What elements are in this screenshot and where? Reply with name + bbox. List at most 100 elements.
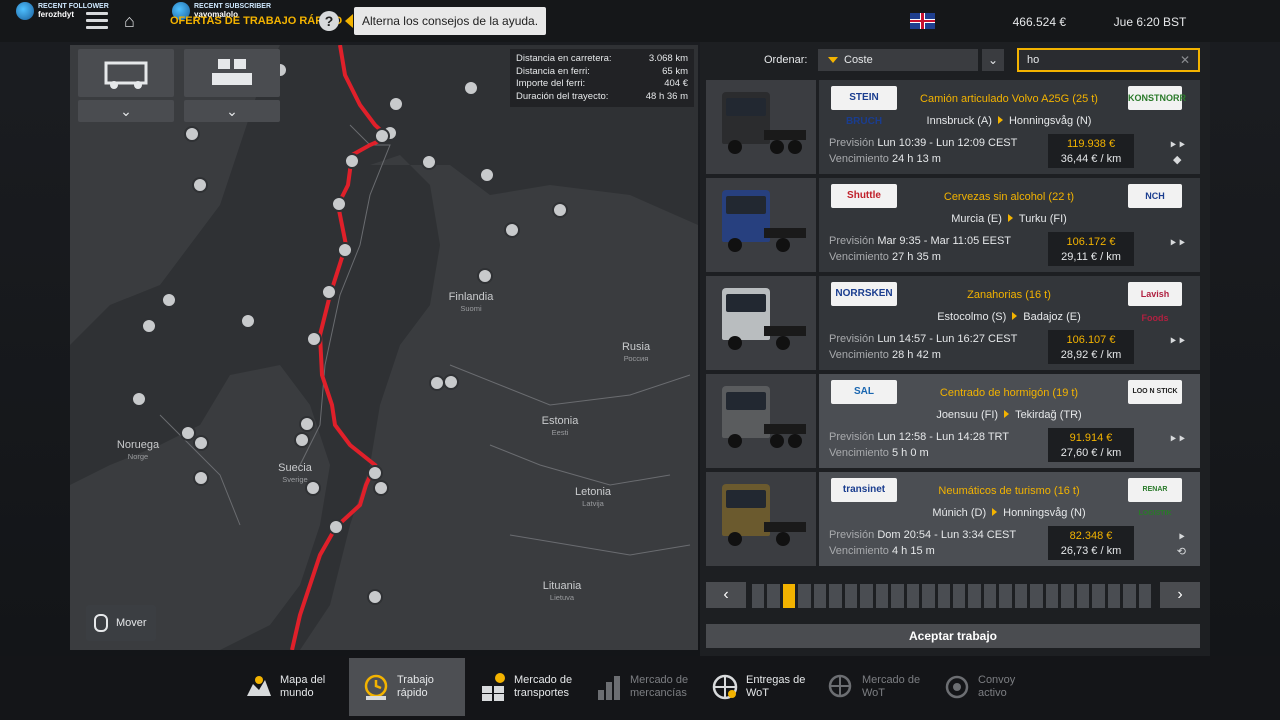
- page-segment[interactable]: [891, 584, 904, 608]
- job-offer-row[interactable]: transinet RENAR LOGISTIK Neumáticos de t…: [706, 472, 1200, 566]
- map-label-latvia: Letonia Latvija: [574, 486, 612, 509]
- route: Estocolmo (S) Badajoz (E): [937, 311, 1081, 323]
- page-segment[interactable]: [860, 584, 873, 608]
- origin-company-logo: Shuttle: [831, 184, 897, 208]
- truck-filter-button[interactable]: [78, 49, 174, 97]
- nav-wot-market[interactable]: Mercado de WoT: [814, 658, 930, 716]
- route: Joensuu (FI) Tekirdağ (TR): [936, 409, 1082, 421]
- stat-ferry-distance: Distancia en ferri: 65 km: [516, 65, 688, 77]
- page-segment[interactable]: [1030, 584, 1043, 608]
- next-page-button[interactable]: ›: [1160, 582, 1200, 608]
- urgency-icon: ⯈⯈: [1168, 238, 1186, 250]
- page-segment[interactable]: [1138, 584, 1151, 608]
- wot-deliveries-icon: [712, 674, 738, 700]
- page-segment[interactable]: [829, 584, 842, 608]
- follower-label: RECENT FOLLOWER: [38, 3, 109, 10]
- page-segment[interactable]: [922, 584, 935, 608]
- help-tooltip: Alterna los consejos de la ayuda.: [354, 7, 546, 35]
- page-segment[interactable]: [767, 584, 780, 608]
- truck-filter-chevron-down-icon[interactable]: ⌄: [78, 100, 174, 122]
- route-map[interactable]: ⌄ ⌄ Distancia en carretera: 3.068 km Dist…: [70, 45, 698, 650]
- nav-quick-job[interactable]: Trabajo rápido: [349, 658, 465, 716]
- job-offer-row[interactable]: NORRSKEN Lavish Foods Zanahorias (16 t) …: [706, 276, 1200, 370]
- price-box: 91.914 €27,60 € / km: [1048, 428, 1134, 462]
- nav-cargo-market[interactable]: Mercado de mercancías: [582, 658, 698, 716]
- map-label-finland: Finlandia Suomi: [448, 291, 494, 314]
- cargo-name: Camión articulado Volvo A25G (25 t): [920, 93, 1098, 105]
- page-segment[interactable]: [999, 584, 1012, 608]
- page-segment[interactable]: [953, 584, 966, 608]
- map-label-russia: Rusia Россия: [621, 341, 651, 364]
- wot-market-icon: [828, 674, 852, 698]
- map-canvas: [70, 45, 698, 650]
- forecast: Previsión Lun 14:57 - Lun 16:27 CEST: [829, 333, 1018, 345]
- cargo-market-icon: [598, 676, 620, 700]
- page-segment[interactable]: [1107, 584, 1121, 608]
- page-segment[interactable]: [906, 584, 920, 608]
- page-segment[interactable]: [983, 584, 997, 608]
- help-toggle-button[interactable]: ?: [319, 11, 339, 31]
- price-box: 106.172 €29,11 € / km: [1048, 232, 1134, 266]
- map-label-norway: Noruega Norge: [116, 439, 160, 462]
- forecast: Previsión Dom 20:54 - Lun 3:34 CEST: [829, 529, 1017, 541]
- nav-world-map[interactable]: Mapa del mundo: [232, 658, 348, 716]
- destination-company-logo: KONSTNORR: [1128, 86, 1186, 110]
- page-segment[interactable]: [937, 584, 950, 608]
- search-input[interactable]: [1017, 48, 1200, 72]
- tooltip-arrow: [345, 14, 353, 28]
- nav-freight-market[interactable]: Mercado de transportes: [466, 658, 582, 716]
- page-segment[interactable]: [1061, 584, 1074, 608]
- game-clock: Jue 6:20 BST: [1113, 15, 1187, 29]
- expiry: Vencimiento 24 h 13 m: [829, 153, 941, 165]
- expiry: Vencimiento 4 h 15 m: [829, 545, 935, 557]
- map-label-estonia: Estonia Eesti: [541, 415, 579, 438]
- hamburger-menu-icon[interactable]: [86, 12, 108, 30]
- truck-icon: [104, 61, 148, 89]
- previous-page-button[interactable]: ‹: [706, 582, 746, 608]
- cargo-filter-chevron-down-icon[interactable]: ⌄: [184, 100, 280, 122]
- urgency-icon: ⯈ ⟲: [1176, 532, 1186, 558]
- page-segment[interactable]: [1014, 584, 1028, 608]
- page-segment[interactable]: [798, 584, 811, 608]
- page-segment[interactable]: [1123, 584, 1136, 608]
- sort-direction-icon: [828, 57, 838, 63]
- price-box: 82.348 €26,73 € / km: [1048, 526, 1134, 560]
- page-segment[interactable]: [752, 584, 765, 608]
- page-segment[interactable]: [1045, 584, 1059, 608]
- price-box: 119.938 €36,44 € / km: [1048, 134, 1134, 168]
- job-offer-row[interactable]: STEIN BRUCH KONSTNORR Camión articulado …: [706, 80, 1200, 174]
- sort-chevron-down-icon[interactable]: ⌄: [982, 49, 1004, 71]
- quick-job-clock-icon: [364, 674, 388, 700]
- page-segment[interactable]: [844, 584, 858, 608]
- uk-flag-icon[interactable]: [910, 13, 935, 29]
- sort-select[interactable]: Coste: [818, 49, 978, 71]
- cargo-filter-button[interactable]: [184, 49, 280, 97]
- accept-job-button[interactable]: Aceptar trabajo: [706, 624, 1200, 648]
- stat-ferry-cost: Importe del ferri: 404 €: [516, 78, 688, 89]
- page-segment[interactable]: [813, 584, 827, 608]
- stat-road-distance: Distancia en carretera: 3.068 km: [516, 53, 688, 64]
- mover-hint: Mover: [86, 605, 156, 641]
- clear-search-icon[interactable]: ✕: [1180, 53, 1190, 67]
- nav-active-convoy[interactable]: Convoy activo: [930, 658, 1046, 716]
- job-offer-row[interactable]: Shuttle NCH Cervezas sin alcohol (22 t) …: [706, 178, 1200, 272]
- money-balance: 466.524 €: [1012, 15, 1066, 29]
- route-stats: Distancia en carretera: 3.068 km Distanci…: [510, 49, 694, 107]
- page-segment-active[interactable]: [782, 584, 796, 608]
- page-segment[interactable]: [1092, 584, 1105, 608]
- forecast: Previsión Lun 10:39 - Lun 12:09 CEST: [829, 137, 1018, 149]
- destination-company-logo: NCH: [1128, 184, 1182, 208]
- cargo-name: Zanahorias (16 t): [967, 289, 1051, 301]
- expiry: Vencimiento 5 h 0 m: [829, 447, 929, 459]
- nav-wot-deliveries[interactable]: Entregas de WoT: [698, 658, 814, 716]
- cargo-name: Neumáticos de turismo (16 t): [938, 485, 1080, 497]
- job-offer-row-selected[interactable]: SAL LOO N STICK Centrado de hormigón (19…: [706, 374, 1200, 468]
- home-icon[interactable]: ⌂: [124, 12, 144, 30]
- subscriber-label: RECENT SUBSCRIBER: [194, 3, 272, 10]
- page-segment[interactable]: [875, 584, 889, 608]
- mouse-icon: [94, 614, 108, 633]
- forecast: Previsión Lun 12:58 - Lun 14:28 TRT: [829, 431, 1010, 443]
- freight-market-icon: [482, 673, 505, 701]
- page-segment[interactable]: [1076, 584, 1090, 608]
- page-segment[interactable]: [968, 584, 981, 608]
